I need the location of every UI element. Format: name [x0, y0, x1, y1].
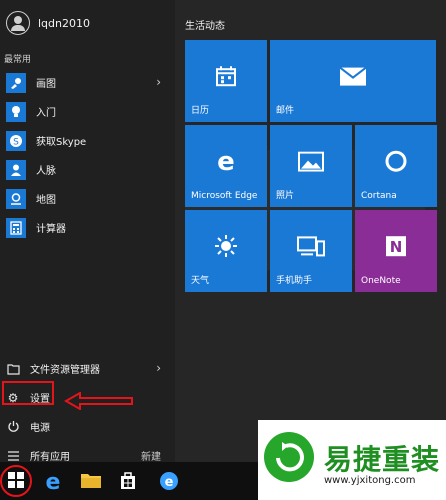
- file-explorer-item[interactable]: 文件资源管理器 ›: [0, 354, 175, 383]
- tile-label: Microsoft Edge: [191, 191, 258, 201]
- power-icon: [6, 420, 20, 434]
- watermark-url: www.yjxitong.com: [324, 475, 416, 486]
- tile-photos[interactable]: 照片: [270, 125, 352, 207]
- app-item-get-started[interactable]: 入门: [0, 97, 175, 126]
- app-label: 入门: [36, 108, 56, 119]
- tile-label: 手机助手: [276, 276, 313, 286]
- cortana-icon: [384, 149, 408, 177]
- all-apps-label: 所有应用: [30, 452, 70, 463]
- app-label: 获取Skype: [36, 137, 87, 148]
- onenote-icon: N: [384, 234, 408, 262]
- tile-label: 日历: [191, 106, 210, 116]
- svg-text:e: e: [46, 470, 61, 492]
- app-item-people[interactable]: 人脉: [0, 155, 175, 184]
- app-label: 人脉: [36, 166, 56, 177]
- watermark-logo-icon: [264, 432, 314, 482]
- user-account[interactable]: lqdn2010: [0, 8, 175, 38]
- lightbulb-icon: [6, 101, 26, 122]
- people-icon: [6, 159, 26, 180]
- svg-text:N: N: [390, 238, 403, 256]
- tile-label: Cortana: [361, 191, 397, 201]
- edge-icon[interactable]: e: [42, 470, 64, 495]
- tile-label: 天气: [191, 276, 210, 286]
- tile-phone-companion[interactable]: 手机助手: [270, 210, 352, 292]
- tile-weather[interactable]: 天气: [185, 210, 267, 292]
- svg-text:e: e: [165, 475, 174, 490]
- most-used-label: 最常用: [4, 55, 32, 65]
- user-avatar-icon: [6, 11, 30, 35]
- tile-label: 照片: [276, 191, 295, 201]
- new-badge: 新建: [141, 452, 161, 463]
- user-name: lqdn2010: [38, 16, 90, 30]
- calculator-icon: [6, 217, 26, 238]
- app-item-paint[interactable]: 画图 ›: [0, 68, 175, 97]
- calendar-icon: [214, 64, 238, 92]
- settings-annotation-box: [2, 381, 54, 405]
- chevron-right-icon[interactable]: ›: [156, 75, 161, 89]
- tile-label: OneNote: [361, 276, 401, 286]
- paint-icon: [6, 72, 26, 93]
- phone-companion-icon: [297, 235, 325, 261]
- file-explorer-label: 文件资源管理器: [30, 365, 100, 376]
- tile-onenote[interactable]: N OneNote: [355, 210, 437, 292]
- chevron-right-icon[interactable]: ›: [156, 361, 161, 375]
- file-explorer-icon[interactable]: [80, 470, 102, 492]
- ie-icon[interactable]: e: [158, 470, 180, 492]
- svg-text:e: e: [217, 148, 235, 174]
- app-item-get-skype[interactable]: S 获取Skype: [0, 126, 175, 155]
- app-label: 计算器: [36, 224, 66, 235]
- start-menu: lqdn2010 最常用 画图 › 入门 S 获取Skype 人脉 地图 计算器…: [0, 0, 446, 463]
- tile-edge[interactable]: e Microsoft Edge: [185, 125, 267, 207]
- start-menu-bottom-list: 文件资源管理器 › ⚙ 设置 电源 所有应用 新建: [0, 354, 175, 470]
- tiles-group-title: 生活动态: [185, 21, 225, 32]
- watermark-brand: 易捷重装: [324, 443, 441, 476]
- mail-icon: [339, 66, 367, 91]
- photos-icon: [298, 151, 324, 176]
- weather-icon: [213, 233, 239, 263]
- maps-icon: [6, 188, 26, 209]
- app-label: 画图: [36, 79, 56, 90]
- start-menu-left-column: lqdn2010 最常用 画图 › 入门 S 获取Skype 人脉 地图 计算器…: [0, 0, 175, 463]
- store-icon[interactable]: [118, 470, 140, 492]
- watermark: 易捷重装 www.yjxitong.com: [258, 420, 446, 500]
- list-icon: [6, 449, 20, 463]
- skype-icon: S: [6, 130, 26, 151]
- annotation-arrow-icon: [64, 392, 133, 410]
- edge-icon: e: [213, 147, 239, 178]
- most-used-app-list: 画图 › 入门 S 获取Skype 人脉 地图 计算器: [0, 68, 175, 242]
- tile-calendar[interactable]: 日历: [185, 40, 267, 122]
- start-annotation-circle: [0, 465, 32, 497]
- power-item[interactable]: 电源: [0, 412, 175, 441]
- tile-label: 邮件: [276, 106, 295, 116]
- tile-mail[interactable]: 邮件: [270, 40, 436, 122]
- app-item-maps[interactable]: 地图: [0, 184, 175, 213]
- app-label: 地图: [36, 195, 56, 206]
- folder-icon: [6, 362, 20, 376]
- tile-cortana[interactable]: Cortana: [355, 125, 437, 207]
- power-label: 电源: [30, 423, 50, 434]
- svg-text:S: S: [13, 137, 19, 147]
- app-item-calculator[interactable]: 计算器: [0, 213, 175, 242]
